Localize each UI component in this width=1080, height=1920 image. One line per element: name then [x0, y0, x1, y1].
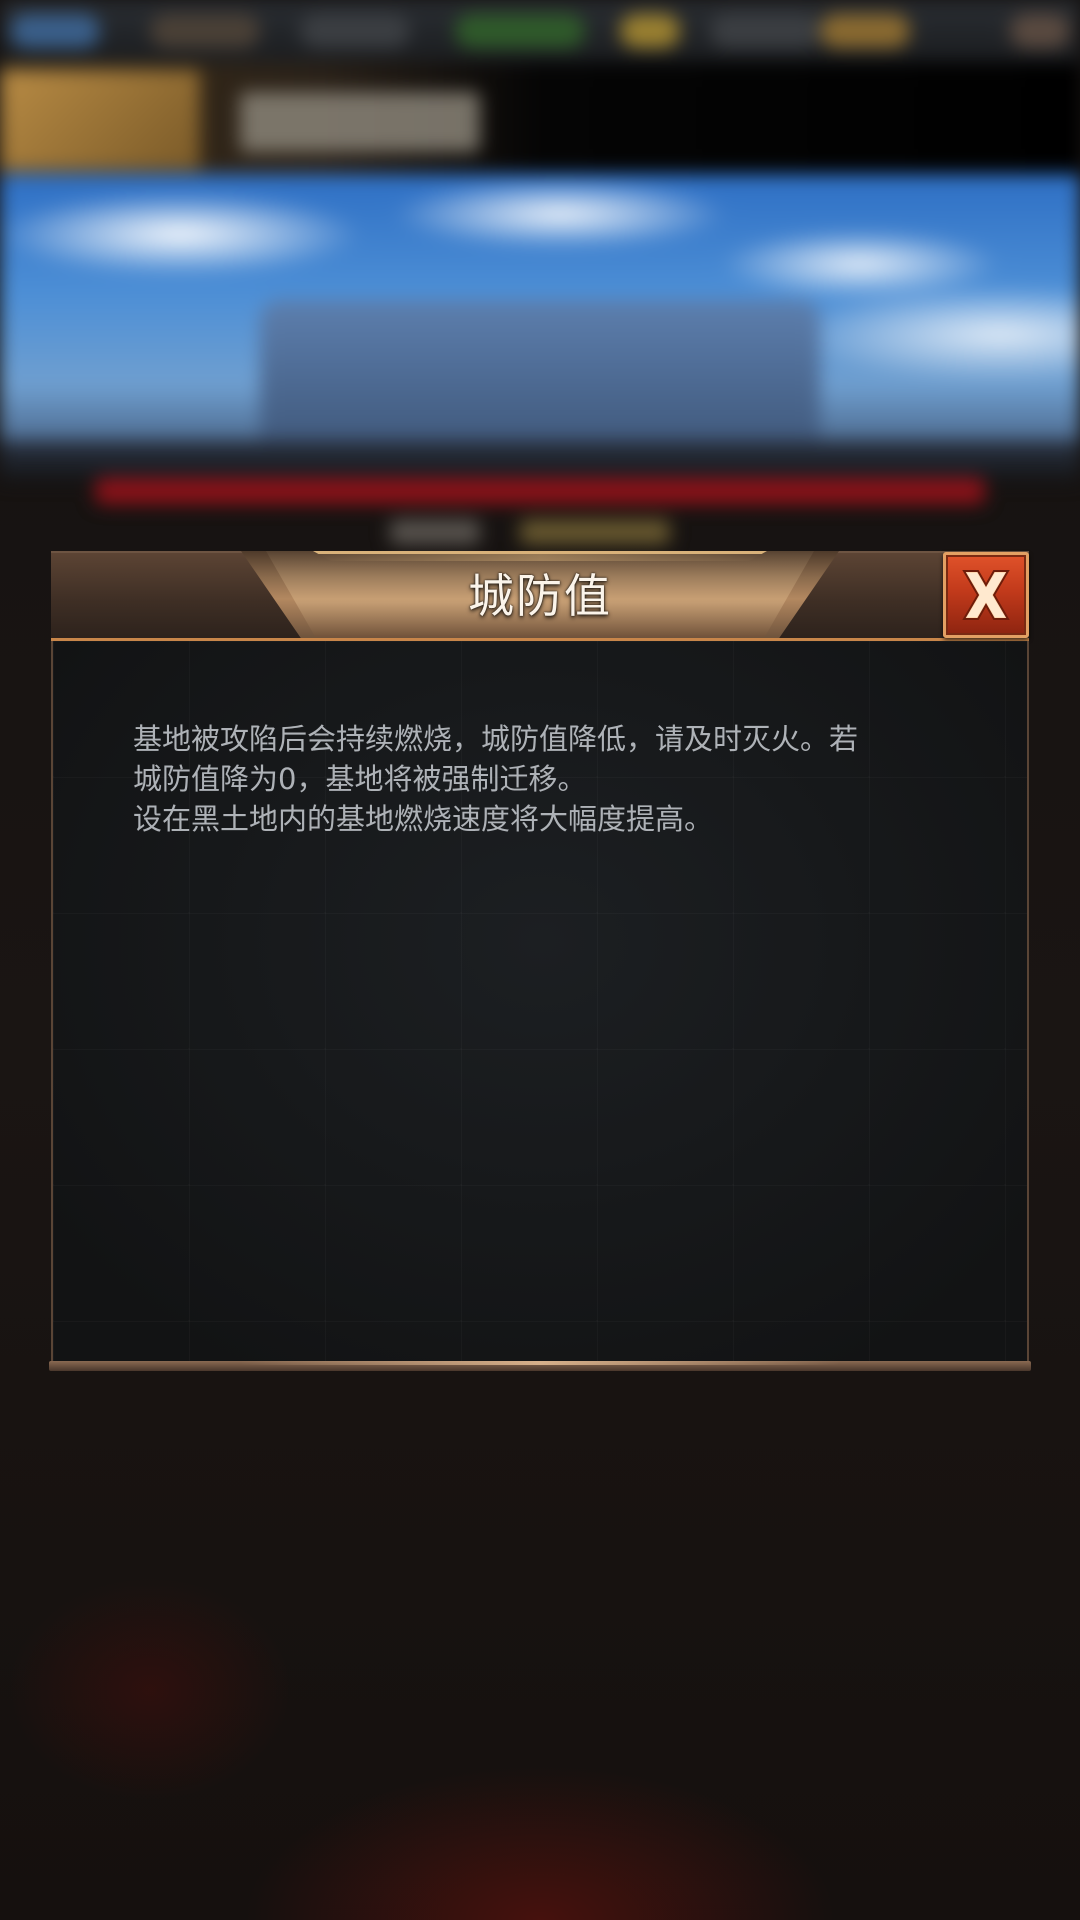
background-resource-chip	[150, 14, 260, 48]
blurred-background-scene	[0, 0, 1080, 560]
background-resource-chip	[455, 14, 585, 48]
background-resource-chip	[10, 14, 100, 48]
city-defense-dialog: 城防值 基地被攻陷后会持续燃烧，城防值降低，请及时灭火。若 城防值降为0，基地将…	[49, 551, 1031, 1371]
background-ground	[0, 440, 1080, 480]
dialog-body: 基地被攻陷后会持续燃烧，城防值降低，请及时灭火。若 城防值降为0，基地将被强制迁…	[51, 641, 1029, 1363]
background-label	[520, 520, 670, 544]
close-x-icon	[962, 570, 1010, 620]
background-resource-chip	[710, 14, 820, 48]
footer-highlight	[241, 1361, 839, 1365]
description-line: 基地被攻陷后会持续燃烧，城防值降低，请及时灭火。若	[133, 722, 859, 756]
background-building	[260, 300, 820, 460]
background-emblem	[0, 70, 200, 170]
description-line: 设在黑土地内的基地燃烧速度将大幅度提高。	[133, 802, 714, 836]
close-button[interactable]	[943, 552, 1029, 638]
background-resource-chip	[820, 14, 910, 48]
background-resource-chip	[1010, 14, 1070, 48]
game-screen: 城防值 基地被攻陷后会持续燃烧，城防值降低，请及时灭火。若 城防值降为0，基地将…	[0, 0, 1080, 1920]
description-line: 城防值降为0，基地将被强制迁移。	[133, 762, 587, 796]
background-health-bar	[95, 478, 985, 504]
background-resource-chip	[620, 14, 680, 48]
background-resource-chip	[300, 14, 410, 48]
background-title-placeholder	[240, 92, 480, 152]
dialog-title: 城防值	[468, 569, 612, 623]
background-label	[390, 520, 480, 544]
description-text: 基地被攻陷后会持续燃烧，城防值降低，请及时灭火。若 城防值降为0，基地将被强制迁…	[133, 719, 963, 839]
